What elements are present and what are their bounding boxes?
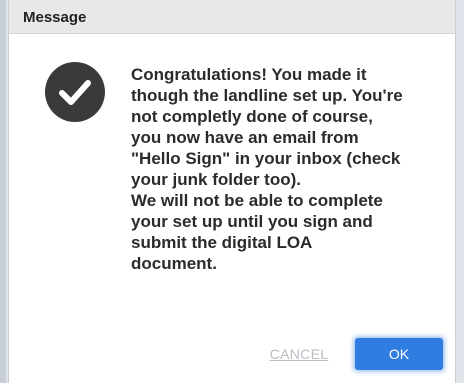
message-dialog: Message Congratulations! You made it tho… xyxy=(8,0,456,383)
checkmark-circle-icon xyxy=(45,62,105,122)
dialog-titlebar: Message xyxy=(9,0,455,34)
backdrop-edge xyxy=(0,0,6,383)
cancel-button[interactable]: CANCEL xyxy=(264,341,334,367)
dialog-title: Message xyxy=(23,9,87,26)
ok-button[interactable]: OK xyxy=(355,338,443,370)
dialog-message: Congratulations! You made it though the … xyxy=(131,65,403,273)
